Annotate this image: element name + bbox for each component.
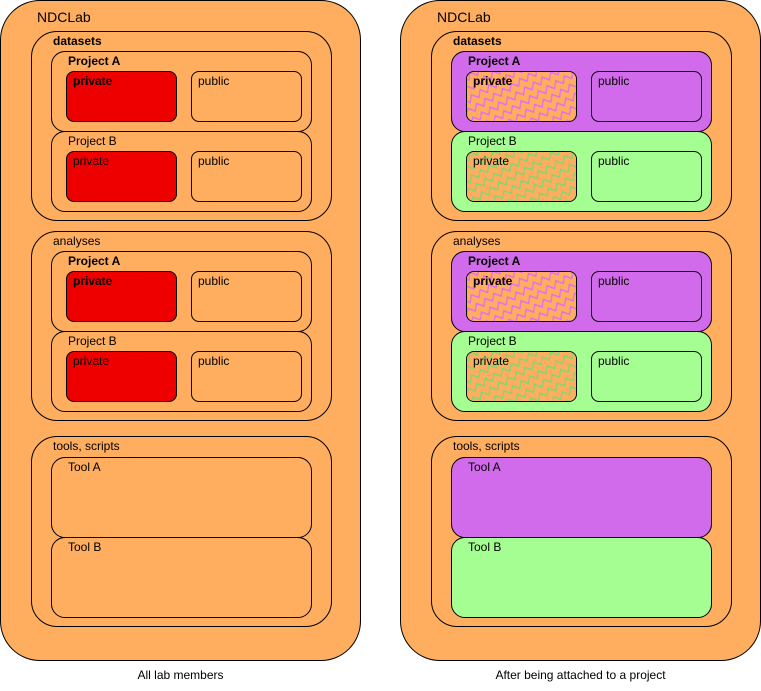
project-b-label: Project B: [468, 134, 517, 148]
private-folder-hatched: private: [466, 71, 577, 122]
tool-b-label: Tool B: [68, 540, 102, 554]
project-b-box: Project B private public: [51, 131, 312, 212]
private-label: private: [473, 274, 513, 288]
tool-a-box: Tool A: [451, 457, 712, 538]
private-folder: private: [66, 351, 177, 402]
analyses-section: analyses Project A private public Projec…: [431, 231, 732, 421]
public-label: public: [198, 154, 230, 168]
tool-a-label: Tool A: [468, 460, 501, 474]
public-folder: public: [591, 151, 702, 202]
public-folder: public: [591, 71, 702, 122]
public-label: public: [598, 74, 630, 88]
public-folder: public: [191, 351, 302, 402]
public-folder: public: [591, 351, 702, 402]
private-label: private: [473, 74, 513, 88]
datasets-section: datasets Project A private public Projec…: [431, 31, 732, 221]
public-folder: public: [191, 271, 302, 322]
datasets-section: datasets Project A private public Projec…: [31, 31, 332, 221]
lab-title: NDCLab: [37, 9, 91, 25]
analyses-label: analyses: [453, 234, 501, 248]
tools-section: tools, scripts Tool A Tool B: [31, 436, 332, 627]
private-label: private: [73, 354, 110, 368]
project-a-label: Project A: [468, 54, 521, 68]
private-label: private: [473, 354, 510, 368]
private-label: private: [73, 74, 113, 88]
tool-b-box: Tool B: [51, 537, 312, 618]
public-label: public: [598, 274, 630, 288]
private-folder-hatched: private: [466, 351, 577, 402]
private-label: private: [473, 154, 510, 168]
project-b-label: Project B: [68, 134, 117, 148]
project-b-label: Project B: [468, 334, 517, 348]
datasets-label: datasets: [53, 34, 102, 48]
project-a-box: Project A private public: [451, 251, 712, 332]
project-a-box: Project A private public: [51, 251, 312, 332]
tool-b-box: Tool B: [451, 537, 712, 618]
public-label: public: [198, 354, 230, 368]
tool-a-label: Tool A: [68, 460, 101, 474]
project-a-label: Project A: [68, 54, 121, 68]
public-label: public: [598, 354, 630, 368]
caption-right: After being attached to a project: [495, 668, 666, 682]
private-label: private: [73, 274, 113, 288]
private-folder-hatched: private: [466, 271, 577, 322]
public-label: public: [198, 274, 230, 288]
tools-label: tools, scripts: [53, 439, 120, 453]
tool-b-label: Tool B: [468, 540, 502, 554]
project-a-box: Project A private public: [51, 51, 312, 132]
public-folder: public: [191, 151, 302, 202]
datasets-label: datasets: [453, 34, 502, 48]
project-a-box: Project A private public: [451, 51, 712, 132]
project-b-box: Project B private public: [51, 331, 312, 412]
public-folder: public: [191, 71, 302, 122]
private-folder: private: [66, 71, 177, 122]
private-folder-hatched: private: [466, 151, 577, 202]
project-a-label: Project A: [68, 254, 121, 268]
lab-title: NDCLab: [437, 9, 491, 25]
tools-section: tools, scripts Tool A Tool B: [431, 436, 732, 627]
private-folder: private: [66, 271, 177, 322]
project-a-label: Project A: [468, 254, 521, 268]
analyses-section: analyses Project A private public Projec…: [31, 231, 332, 421]
project-b-box: Project B private public: [451, 331, 712, 412]
tool-a-box: Tool A: [51, 457, 312, 538]
public-label: public: [598, 154, 630, 168]
private-label: private: [73, 154, 110, 168]
project-b-label: Project B: [68, 334, 117, 348]
lab-container-right: NDCLab datasets Project A private public…: [400, 0, 761, 661]
project-b-box: Project B private public: [451, 131, 712, 212]
private-folder: private: [66, 151, 177, 202]
analyses-label: analyses: [53, 234, 101, 248]
caption-left: All lab members: [137, 668, 224, 682]
lab-container-left: NDCLab datasets Project A private public…: [0, 0, 361, 661]
public-label: public: [198, 74, 230, 88]
public-folder: public: [591, 271, 702, 322]
tools-label: tools, scripts: [453, 439, 520, 453]
